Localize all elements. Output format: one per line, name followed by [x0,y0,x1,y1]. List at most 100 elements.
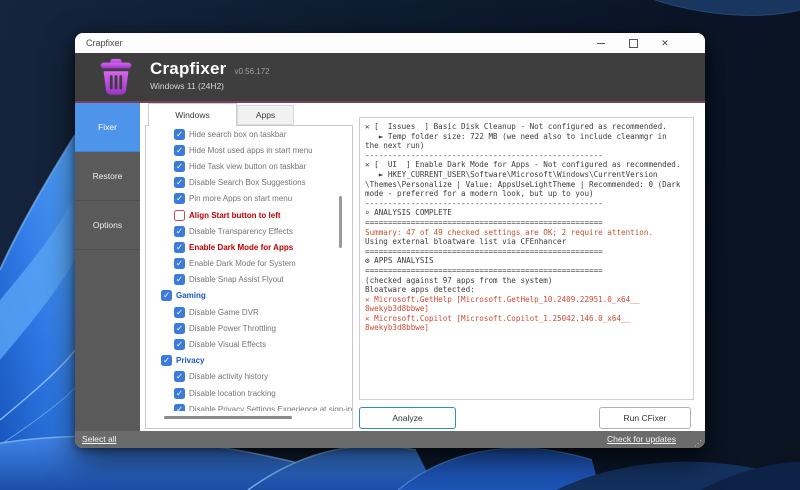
sidebar-item-restore[interactable]: Restore [75,152,140,201]
console-line: the next run) [365,141,688,151]
status-bar: Select all Check for updates ⋰ [75,431,705,448]
console-line: ----------------------------------------… [365,199,688,209]
run-cfixer-button[interactable]: Run CFixer [599,407,691,429]
vertical-scrollbar[interactable] [339,196,342,248]
checkbox-unchecked[interactable] [174,210,185,221]
checkbox-checked[interactable]: ✓ [174,404,185,411]
checkbox-checked[interactable]: ✓ [174,339,185,350]
checklist-item[interactable]: ✓ Disable Visual Effects [146,336,352,352]
checklist-item[interactable]: ✓ Disable location tracking [146,385,352,401]
checklist-item-label: Enable Dark Mode for System [189,259,296,268]
checklist-item[interactable]: ✓Gaming [146,288,352,304]
checklist-item[interactable]: ✓ Hide Task view button on taskbar [146,158,352,174]
minimize-icon [597,43,605,44]
close-button[interactable]: ✕ [649,33,681,53]
console-output[interactable]: ✕ [ Issues ] Basic Disk Cleanup - Not co… [359,117,694,400]
maximize-button[interactable] [617,33,649,53]
console-line: ► Temp folder size: 722 MB (we need also… [365,132,688,142]
console-line: ✕ [ Issues ] Basic Disk Cleanup - Not co… [365,122,688,132]
checklist-item-label: Hide Most used apps in start menu [189,146,313,155]
console-line: ► HKEY_CURRENT_USER\Software\Microsoft\W… [365,170,688,180]
app-title: Crapfixer [150,59,226,78]
console-line: 8wekyb3d8bbwe] [365,323,688,333]
sidebar: Fixer Restore Options [75,103,140,431]
window-controls: ✕ [585,33,681,53]
checklist-item-label: Disable Snap Assist Flyout [189,275,284,284]
console-line: ⌕ ANALYSIS COMPLETE [365,208,688,218]
checklist-item[interactable]: Align Start button to left [146,207,352,223]
checkbox-checked[interactable]: ✓ [174,129,185,140]
content-area: Windows Apps ✓ Hide search box on taskbar… [140,103,705,431]
console-line: mode - preferred for a modern look, but … [365,189,688,199]
checkbox-checked[interactable]: ✓ [174,388,185,399]
resize-grip[interactable]: ⋰ [694,440,702,448]
checklist-item[interactable]: ✓Disable Search Box Suggestions [146,175,352,191]
checklist-item-label: Disable Transparency Effects [189,227,293,236]
minimize-button[interactable] [585,33,617,53]
checklist-item[interactable]: ✓ Disable activity history [146,369,352,385]
checklist-item[interactable]: ✓ Disable Snap Assist Flyout [146,272,352,288]
checkbox-checked[interactable]: ✓ [174,307,185,318]
console-line: 8wekyb3d8bbwe] [365,304,688,314]
app-window: Crapfixer ✕ Crapfixerv0.56 [75,33,705,448]
checklist-item[interactable]: ✓ Disable Game DVR [146,304,352,320]
checkbox-checked[interactable]: ✓ [174,177,185,188]
checklist-item-label: Align Start button to left [189,211,281,220]
main-area: Fixer Restore Options Windows Apps ✓ Hide… [75,103,705,431]
checkbox-checked[interactable]: ✓ [174,371,185,382]
console-line: ✕ Microsoft.GetHelp [Microsoft.GetHelp_1… [365,295,688,305]
console-line: \Themes\Personalize | Value: AppsUseLigh… [365,180,688,190]
console-line: ✕ [ UI ] Enable Dark Mode for Apps - Not… [365,160,688,170]
check-updates-link[interactable]: Check for updates [607,434,676,444]
checklist-panel: ✓ Hide search box on taskbar ✓ Hide Most us… [145,125,353,429]
checkbox-checked[interactable]: ✓ [161,290,172,301]
checklist-item[interactable]: ✓ Hide search box on taskbar [146,126,352,142]
checklist-item-label: Pin more Apps on start menu [189,194,292,203]
horizontal-scrollbar[interactable] [164,416,292,419]
checkbox-checked[interactable]: ✓ [174,226,185,237]
checklist-item-label: Disable Game DVR [189,308,259,317]
checklist-item-label: Disable Privacy Settings Experience at s… [189,405,352,411]
checkbox-checked[interactable]: ✓ [174,274,185,285]
checklist-item[interactable]: ✓ Enable Dark Mode for Apps [146,239,352,255]
console-line: (checked against 97 apps from the system… [365,276,688,286]
checklist-item-label: Hide Task view button on taskbar [189,162,306,171]
checklist-item[interactable]: ✓ Enable Dark Mode for System [146,256,352,272]
checkbox-checked[interactable]: ✓ [174,323,185,334]
sidebar-item-fixer[interactable]: Fixer [75,103,140,152]
checklist-item-label: Disable Power Throttling [189,324,276,333]
tab-apps[interactable]: Apps [237,105,294,125]
checklist-item[interactable]: ✓ Pin more Apps on start menu [146,191,352,207]
checklist-item[interactable]: ✓ Hide Most used apps in start menu [146,142,352,158]
checkbox-checked[interactable]: ✓ [174,145,185,156]
checkbox-checked[interactable]: ✓ [174,193,185,204]
select-all-link[interactable]: Select all [82,434,117,444]
console-line: Bloatware apps detected: [365,285,688,295]
window-titlebar[interactable]: Crapfixer ✕ [75,33,705,53]
checklist-item-label: Hide search box on taskbar [189,130,286,139]
checklist-item[interactable]: ✓ Disable Power Throttling [146,320,352,336]
console-line: ✕ Microsoft.Copilot [Microsoft.Copilot_1… [365,314,688,324]
checkbox-checked[interactable]: ✓ [174,258,185,269]
checkbox-checked[interactable]: ✓ [174,161,185,172]
sidebar-item-options[interactable]: Options [75,201,140,250]
checklist-item[interactable]: ✓ Disable Transparency Effects [146,223,352,239]
checklist-item-label: Enable Dark Mode for Apps [189,243,293,252]
app-header: Crapfixerv0.56.172 Windows 11 (24H2) [75,53,705,101]
checklist-item-label: Privacy [176,356,204,365]
checkbox-checked[interactable]: ✓ [174,242,185,253]
maximize-icon [629,39,638,48]
desktop: Crapfixer ✕ Crapfixerv0.56 [0,0,800,490]
checklist-item-label: Disable Visual Effects [189,340,266,349]
console-line: ⚙ APPS ANALYSIS [365,256,688,266]
checklist-item-label: Disable activity history [189,372,268,381]
checkbox-checked[interactable]: ✓ [161,355,172,366]
window-title: Crapfixer [86,38,123,48]
console-line: ========================================… [365,266,688,276]
checklist: ✓ Hide search box on taskbar ✓ Hide Most us… [146,126,352,411]
tab-windows[interactable]: Windows [148,103,237,126]
analyze-button[interactable]: Analyze [359,407,456,429]
checklist-item-label: Disable location tracking [189,389,276,398]
checklist-item[interactable]: ✓ Privacy [146,353,352,369]
checklist-item[interactable]: ✓ Disable Privacy Settings Experience at … [146,401,352,411]
